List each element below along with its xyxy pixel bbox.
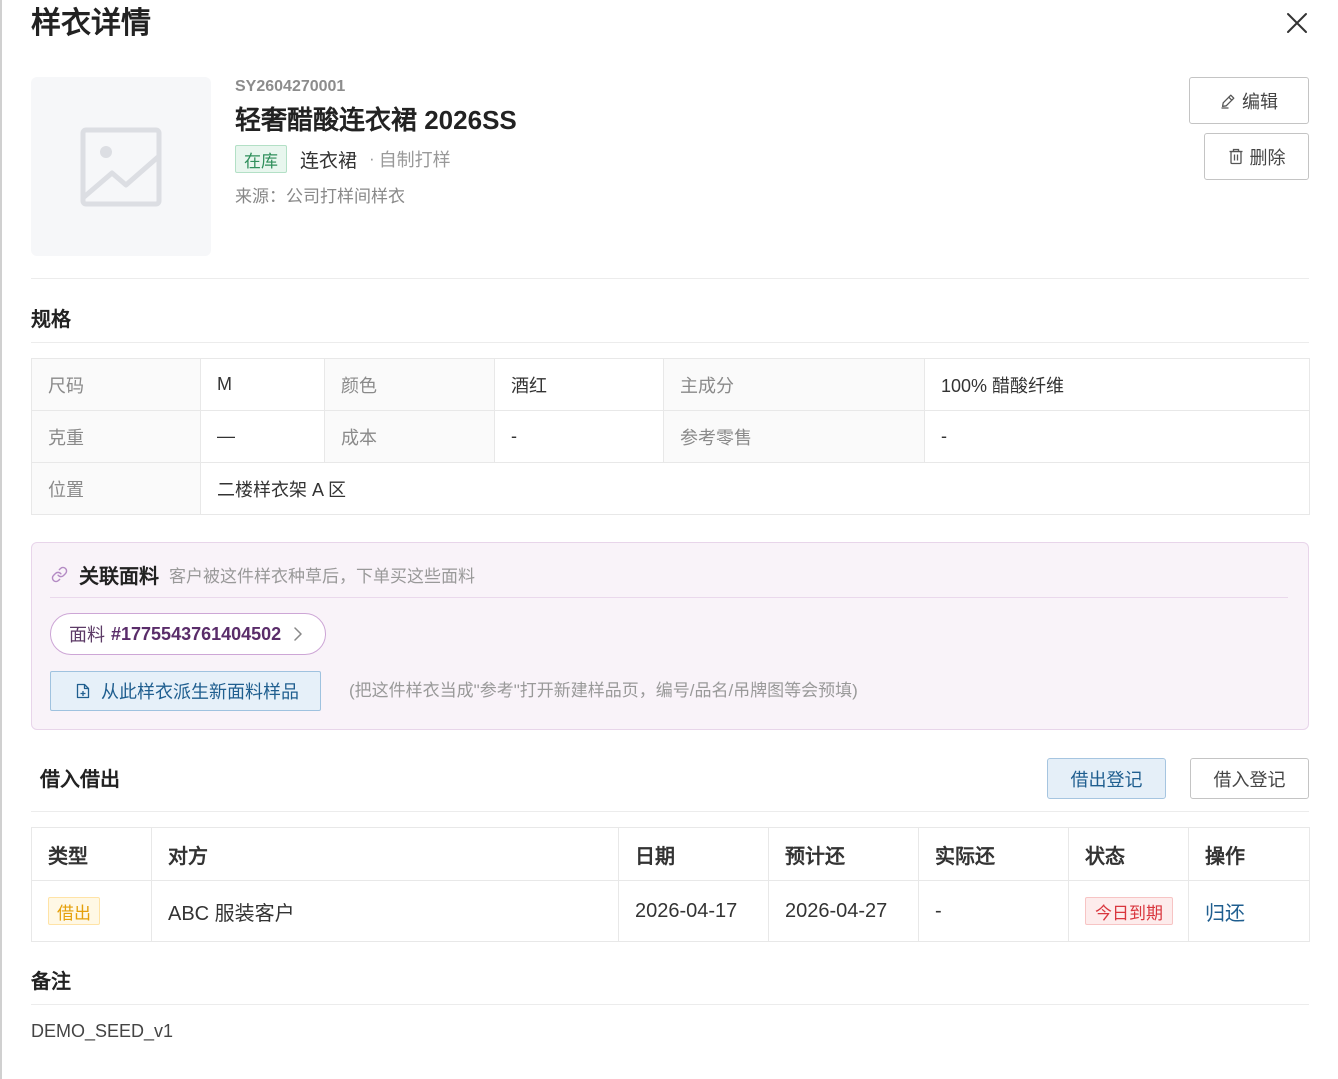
lend-register-label: 借出登记: [1070, 769, 1143, 790]
table-header-row: 类型 对方 日期 预计还 实际还 状态 操作: [31, 827, 1310, 881]
divider: [31, 811, 1309, 812]
meta-separator: ·: [369, 149, 375, 168]
borrow-register-button[interactable]: 借入登记: [1190, 758, 1309, 799]
delete-button-label: 删除: [1249, 147, 1286, 168]
spec-value-size: M: [200, 358, 325, 411]
column-header-status: 状态: [1068, 827, 1189, 881]
borrow-register-label: 借入登记: [1213, 769, 1286, 790]
spec-row: 克重 — 成本 - 参考零售 -: [31, 410, 1310, 463]
spec-label-location: 位置: [31, 462, 201, 515]
chevron-right-icon: [293, 626, 303, 642]
column-header-expected-return: 预计还: [768, 827, 919, 881]
spec-value-color: 酒红: [494, 358, 664, 411]
table-row: 借出 ABC 服装客户 2026-04-17 2026-04-27 - 今日到期…: [31, 880, 1310, 942]
column-header-party: 对方: [151, 827, 619, 881]
delete-button[interactable]: 删除: [1204, 133, 1309, 180]
loan-type-tag: 借出: [48, 897, 100, 925]
category-label: 连衣裙: [300, 150, 358, 172]
column-header-date: 日期: [618, 827, 769, 881]
trash-icon: [1229, 148, 1242, 165]
linked-fabric-title: 关联面料: [79, 565, 159, 588]
sample-image-placeholder: [31, 77, 211, 256]
linked-fabric-hint: 客户被这件样衣种草后，下单买这些面料: [169, 566, 475, 586]
lend-register-button[interactable]: 借出登记: [1047, 758, 1166, 799]
loan-party: ABC 服装客户: [151, 880, 619, 942]
spec-value-composition: 100% 醋酸纤维: [924, 358, 1310, 411]
sample-meta-row: 在库 连衣裙 · 自制打样: [235, 145, 451, 173]
fabric-pill-code: #1775543761404502: [111, 623, 282, 644]
loan-action-cell: 归还: [1188, 880, 1310, 942]
spec-label-color: 颜色: [324, 358, 495, 411]
spec-value-retail: -: [924, 410, 1310, 463]
loan-actual-return: -: [918, 880, 1069, 942]
spec-table: 尺码 M 颜色 酒红 主成分 100% 醋酸纤维 克重 — 成本 - 参考零售 …: [31, 358, 1310, 515]
fabric-link-pill[interactable]: 面料 #1775543761404502: [50, 613, 327, 655]
spec-label-cost: 成本: [324, 410, 495, 463]
origin-label: 自制打样: [378, 150, 451, 170]
edit-button-label: 编辑: [1242, 91, 1278, 112]
file-plus-icon: [76, 683, 90, 699]
notes-content: DEMO_SEED_v1: [31, 1021, 174, 1041]
spec-label-composition: 主成分: [663, 358, 925, 411]
return-link[interactable]: 归还: [1205, 903, 1245, 925]
loan-expected-return: 2026-04-27: [768, 880, 919, 942]
edit-button[interactable]: 编辑: [1189, 77, 1309, 124]
loan-status-tag: 今日到期: [1085, 897, 1173, 925]
specs-title: 规格: [31, 309, 71, 331]
spec-value-cost: -: [494, 410, 664, 463]
derive-button-label: 从此样衣派生新面料样品: [101, 682, 299, 702]
sample-source: 来源：公司打样间样衣: [235, 187, 405, 206]
loans-table: 类型 对方 日期 预计还 实际还 状态 操作 借出 ABC 服装客户 2026-…: [31, 827, 1310, 942]
notes-title: 备注: [31, 971, 71, 993]
spec-label-weight: 克重: [31, 410, 201, 463]
close-button[interactable]: [1285, 11, 1309, 35]
loans-title: 借入借出: [40, 769, 120, 791]
spec-row: 位置 二楼样衣架 A 区: [31, 462, 1310, 515]
divider: [50, 597, 1288, 598]
sample-code: SY2604270001: [235, 78, 346, 95]
spec-label-retail: 参考零售: [663, 410, 925, 463]
loan-status-cell: 今日到期: [1068, 880, 1189, 942]
drawer-title: 样衣详情: [31, 7, 151, 40]
sample-detail-drawer: 样衣详情 SY2604270001 轻奢醋酸连衣裙 2026SS 在库 连衣裙 …: [0, 0, 1338, 1079]
column-header-action: 操作: [1188, 827, 1310, 881]
divider: [31, 1004, 1309, 1005]
derive-fabric-sample-button[interactable]: 从此样衣派生新面料样品: [50, 671, 321, 711]
spec-value-weight: —: [200, 410, 325, 463]
derive-note: (把这件样衣当成"参考"打开新建样品页，编号/品名/吊牌图等会预填): [349, 681, 858, 700]
divider: [31, 342, 1309, 343]
link-icon: [51, 566, 68, 582]
image-placeholder-icon: [80, 127, 162, 206]
linked-fabric-header: 关联面料 客户被这件样衣种草后，下单买这些面料: [51, 560, 475, 588]
spec-value-location: 二楼样衣架 A 区: [200, 462, 1310, 515]
loan-type-cell: 借出: [31, 880, 152, 942]
linked-fabric-panel: 关联面料 客户被这件样衣种草后，下单买这些面料 面料 #177554376140…: [31, 542, 1309, 730]
column-header-type: 类型: [31, 827, 152, 881]
spec-row: 尺码 M 颜色 酒红 主成分 100% 醋酸纤维: [31, 358, 1310, 411]
status-tag: 在库: [235, 145, 287, 173]
fabric-pill-prefix: 面料: [69, 625, 105, 645]
sample-name: 轻奢醋酸连衣裙 2026SS: [235, 105, 517, 135]
pencil-icon: [1221, 94, 1235, 109]
column-header-actual-return: 实际还: [918, 827, 1069, 881]
close-icon: [1287, 13, 1307, 33]
spec-label-size: 尺码: [31, 358, 201, 411]
divider: [31, 278, 1309, 279]
loan-date: 2026-04-17: [618, 880, 769, 942]
